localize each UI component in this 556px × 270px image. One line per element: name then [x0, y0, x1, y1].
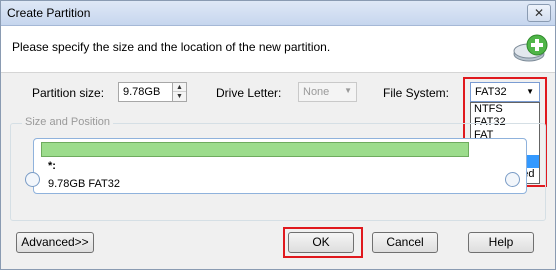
partition-size-input[interactable]: 9.78GB — [118, 82, 173, 102]
partition-info: 9.78GB FAT32 — [48, 178, 120, 190]
dialog-header: Please specify the size and the location… — [1, 26, 555, 73]
spin-down-icon[interactable]: ▼ — [173, 92, 186, 101]
resize-handle-left[interactable] — [25, 172, 40, 187]
close-button[interactable]: ✕ — [527, 4, 551, 22]
resize-handle-right[interactable] — [505, 172, 520, 187]
partition-size-label: Partition size: — [32, 86, 105, 100]
advanced-button[interactable]: Advanced>> — [16, 232, 94, 253]
close-icon: ✕ — [533, 6, 545, 20]
partition-size-stepper[interactable]: ▲ ▼ — [172, 82, 187, 102]
window-title: Create Partition — [7, 6, 91, 20]
cancel-button[interactable]: Cancel — [372, 232, 438, 253]
header-instruction: Please specify the size and the location… — [12, 40, 331, 54]
size-position-label: Size and Position — [22, 116, 113, 128]
help-button[interactable]: Help — [468, 232, 534, 253]
chevron-down-icon: ▼ — [344, 86, 352, 95]
create-partition-dialog: Create Partition ✕ Please specify the si… — [0, 0, 556, 270]
ok-highlight — [283, 227, 363, 258]
partition-bar[interactable] — [41, 142, 469, 157]
drive-letter-select[interactable]: None ▼ — [298, 82, 357, 102]
add-disk-icon — [513, 34, 548, 62]
partition-name: *: — [48, 160, 56, 172]
drive-letter-value: None — [303, 86, 330, 98]
spin-up-icon[interactable]: ▲ — [173, 83, 186, 92]
title-bar: Create Partition ✕ — [1, 1, 555, 26]
file-system-label: File System: — [383, 86, 450, 100]
drive-letter-label: Drive Letter: — [216, 86, 282, 100]
